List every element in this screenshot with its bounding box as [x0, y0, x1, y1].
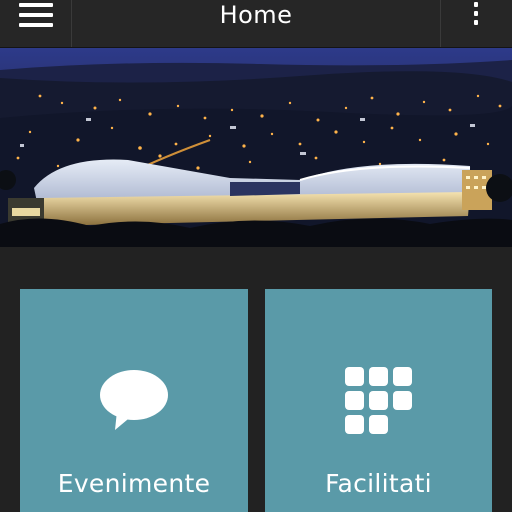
- hamburger-menu-icon: [18, 2, 53, 27]
- tile-label: Facilitati: [325, 469, 432, 498]
- hero-image: [0, 48, 512, 247]
- speech-bubble-icon: [99, 369, 169, 435]
- app-screen: Home Evenimente Facilitati: [0, 0, 512, 512]
- tile-label: Evenimente: [57, 469, 211, 498]
- tile-facilitati[interactable]: Facilitati: [265, 289, 492, 512]
- tile-evenimente[interactable]: Evenimente: [20, 289, 248, 512]
- grid-icon: [344, 367, 413, 439]
- more-vertical-icon: [474, 2, 478, 25]
- page-title: Home: [219, 1, 293, 29]
- overflow-menu-button[interactable]: [440, 0, 512, 47]
- menu-button[interactable]: [0, 0, 72, 47]
- top-app-bar: Home: [0, 0, 512, 48]
